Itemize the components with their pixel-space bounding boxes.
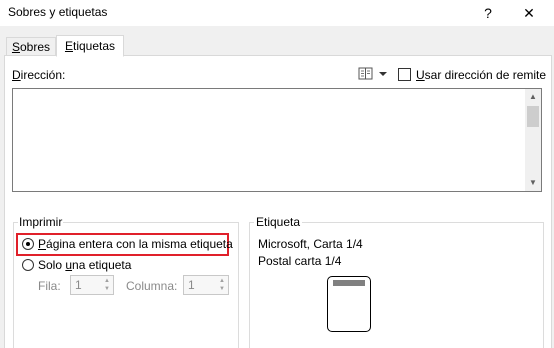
row-spinner[interactable]: 1 ▲ ▼ [70, 275, 114, 295]
label-group-title: Etiqueta [254, 215, 303, 229]
use-return-address-checkbox[interactable] [398, 68, 411, 81]
radio-selected-dot [26, 242, 30, 246]
scroll-thumb[interactable] [527, 106, 539, 127]
address-label: Dirección: [12, 68, 66, 82]
row-value: 1 [75, 278, 82, 292]
spinner-arrows-icon[interactable]: ▲ ▼ [217, 277, 227, 293]
row-label: Fila: [38, 279, 61, 293]
column-value: 1 [188, 278, 195, 292]
scroll-up-icon[interactable]: ▲ [525, 90, 541, 104]
radio-full-page-label[interactable]: Página entera con la misma etiqueta [38, 237, 233, 251]
address-textarea[interactable] [12, 88, 542, 192]
window-title: Sobres y etiquetas [8, 5, 108, 19]
tab-etiquetas[interactable]: Etiquetas [56, 35, 124, 57]
column-label: Columna: [126, 279, 178, 293]
spinner-arrows-icon[interactable]: ▲ ▼ [102, 277, 112, 293]
label-preview-icon [327, 276, 371, 332]
label-vendor: Microsoft, Carta 1/4 [258, 237, 363, 251]
close-button[interactable]: ✕ [514, 2, 544, 24]
label-product: Postal carta 1/4 [258, 254, 342, 268]
column-spinner[interactable]: 1 ▲ ▼ [183, 275, 229, 295]
radio-single-label[interactable] [22, 259, 34, 271]
radio-single-label-text[interactable]: Solo una etiqueta [38, 258, 131, 272]
print-group-title: Imprimir [18, 215, 64, 229]
help-button[interactable]: ? [476, 2, 500, 24]
tab-sobres[interactable]: Sobres [6, 37, 56, 56]
address-book-icon[interactable] [358, 67, 388, 81]
use-return-address-label[interactable]: Usar dirección de remite [416, 68, 546, 82]
scroll-down-icon[interactable]: ▼ [525, 176, 541, 190]
radio-full-page[interactable] [22, 238, 34, 250]
